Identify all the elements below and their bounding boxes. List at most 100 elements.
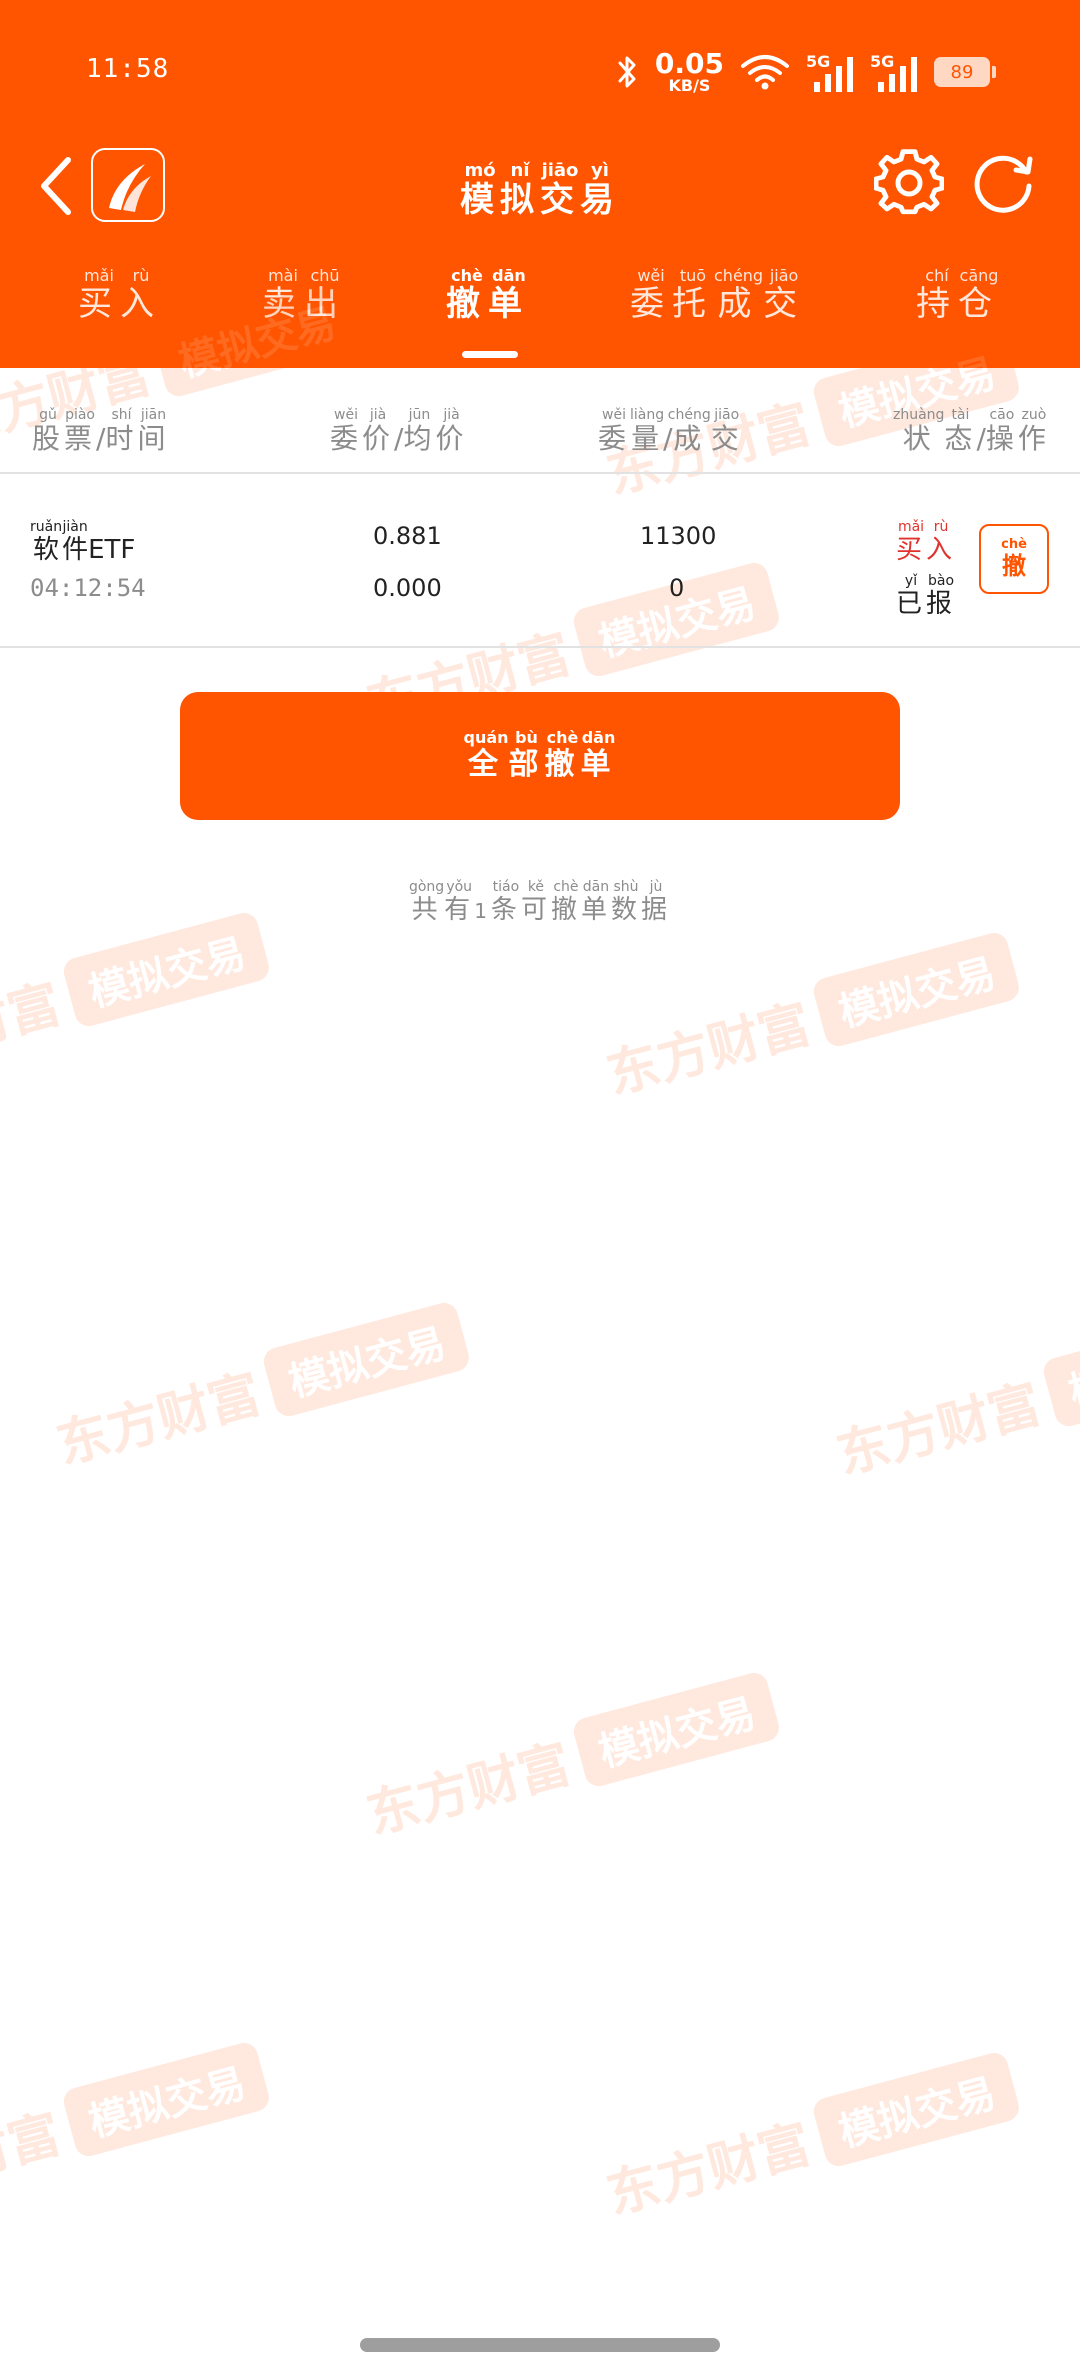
cancel-char-0: 撤chè bbox=[1001, 536, 1027, 580]
cell-signal-2: 5G bbox=[870, 52, 918, 92]
net-speed: 0.05 KB/S bbox=[655, 50, 724, 94]
tab-char-1: 托tuō bbox=[672, 266, 714, 324]
header-char-1: 交jiāo bbox=[710, 407, 743, 455]
summary-char-0: 共gòng bbox=[408, 879, 445, 925]
cell-signal-1: 5G bbox=[806, 52, 854, 92]
cancel-order-button[interactable]: 撤chè bbox=[979, 524, 1049, 594]
header-char-0: 操cāo bbox=[985, 407, 1018, 455]
cancel-all-char-3: 单dān bbox=[580, 727, 617, 782]
tab-char-1: 单dān bbox=[488, 266, 530, 324]
column-header-stock-time: 股gǔ票piào/时shí间jiān bbox=[32, 407, 170, 457]
summary-char-4: 数shù bbox=[610, 879, 641, 925]
summary-char-5: 据jù bbox=[641, 879, 672, 925]
stock-name: 软ruǎn件jiànETF bbox=[30, 519, 136, 565]
summary-char-2: 撤chè bbox=[550, 879, 581, 925]
status-time: 11:58 bbox=[86, 54, 170, 84]
tab-char-0: 撤chè bbox=[446, 266, 488, 324]
header-char-1: 价jià bbox=[435, 407, 468, 455]
tab-char-1: 入rù bbox=[120, 266, 162, 324]
tab-char-0: 委wěi bbox=[630, 266, 672, 324]
tab-buy[interactable]: 买mǎi入rù bbox=[78, 266, 162, 325]
signal-bars-icon bbox=[814, 57, 853, 92]
cancel-all-char-0: 全quán bbox=[463, 727, 509, 782]
battery-level: 89 bbox=[950, 61, 974, 83]
watermark: 东方财富模拟交易 bbox=[597, 927, 1022, 1108]
column-header-state-action: 状zhuàng态tài/操cāo作zuò bbox=[893, 407, 1050, 457]
direction-char-0: 买mǎi bbox=[896, 519, 927, 565]
watermark: 东方财富模拟交易 bbox=[597, 2047, 1022, 2228]
cancel-all-button[interactable]: 全quán 部bù 撤chè 单dān bbox=[180, 692, 900, 820]
trade-tabs: 买mǎi入rù 卖mài出chū 撤chè单dān 委wěi托tuō成chéng… bbox=[0, 266, 1080, 368]
watermark: 东方财富模拟交易 bbox=[357, 1667, 782, 1848]
wifi-icon bbox=[741, 55, 789, 90]
app-header: 11:58 0.05 KB/S 5G 5G 89 模mó拟nǐ交jiāo易yì … bbox=[0, 0, 1080, 368]
tab-char-1: 仓cāng bbox=[958, 266, 1000, 324]
cancelable-count-summary: 共gòng有yǒu1条tiáo可kě撤chè单dān数shù据jù bbox=[0, 879, 1080, 926]
header-char-0: 委wěi bbox=[330, 407, 363, 455]
state-char-1: 报bào bbox=[926, 573, 957, 619]
watermark: 东方财富模拟交易 bbox=[0, 2037, 273, 2218]
tab-char-3: 交jiāo bbox=[763, 266, 806, 324]
tab-char-0: 卖mài bbox=[262, 266, 304, 324]
table-header: 股gǔ票piào/时shí间jiān 委wěi价jià/均jūn价jià 委wě… bbox=[0, 368, 1080, 474]
battery-icon: 89 bbox=[934, 57, 996, 87]
tab-positions[interactable]: 持chí仓cāng bbox=[916, 266, 1000, 325]
tab-char-1: 出chū bbox=[304, 266, 346, 324]
header-char-1: 间jiān bbox=[137, 407, 170, 455]
header-char-0: 状zhuàng bbox=[893, 407, 945, 455]
header-char-0: 股gǔ bbox=[32, 407, 65, 455]
signal-bars-icon bbox=[878, 57, 917, 92]
direction-char-1: 入rù bbox=[926, 519, 957, 565]
refresh-icon[interactable] bbox=[968, 148, 1038, 218]
app-logo[interactable] bbox=[91, 148, 165, 222]
stock-char-0: 软ruǎn bbox=[30, 519, 63, 565]
active-tab-indicator bbox=[462, 351, 518, 358]
page-title: 模mó拟nǐ交jiāo易yì bbox=[340, 160, 740, 221]
tab-sell[interactable]: 卖mài出chū bbox=[262, 266, 346, 325]
net-speed-value: 0.05 bbox=[654, 47, 724, 80]
tab-orders-fills[interactable]: 委wěi托tuō成chéng交jiāo bbox=[630, 266, 806, 325]
tab-char-0: 持chí bbox=[916, 266, 958, 324]
summary-count: 1 bbox=[474, 899, 491, 923]
header-char-1: 票piào bbox=[64, 407, 97, 455]
net-speed-unit: KB/S bbox=[668, 76, 711, 95]
column-header-price: 委wěi价jià/均jūn价jià bbox=[330, 407, 468, 457]
status-icons: 0.05 KB/S 5G 5G 89 bbox=[617, 46, 996, 98]
watermark: 东方财富模拟交易 bbox=[0, 907, 273, 1088]
order-price: 0.881 bbox=[373, 522, 442, 550]
settings-gear-icon[interactable] bbox=[874, 148, 944, 218]
stock-char-1: 件jiàn bbox=[62, 519, 89, 565]
order-qty: 11300 bbox=[640, 522, 717, 550]
header-char-0: 均jūn bbox=[403, 407, 436, 455]
title-char-2: 交jiāo bbox=[540, 160, 580, 220]
cancel-all-char-2: 撤chè bbox=[544, 727, 581, 782]
title-char-0: 模mó bbox=[460, 160, 500, 220]
avg-price: 0.000 bbox=[373, 574, 442, 602]
header-char-0: 成chéng bbox=[667, 407, 711, 455]
back-icon[interactable] bbox=[32, 150, 82, 222]
summary-char-1: 可kě bbox=[520, 879, 551, 925]
header-char-1: 态tài bbox=[944, 407, 977, 455]
summary-char-1: 有yǒu bbox=[444, 879, 475, 925]
summary-char-3: 单dān bbox=[580, 879, 611, 925]
order-time: 04:12:54 bbox=[30, 574, 146, 602]
header-char-1: 量liàng bbox=[630, 407, 665, 455]
table-row: 软ruǎn件jiànETF 04:12:54 0.881 0.000 11300… bbox=[0, 474, 1080, 648]
watermark: 东方财富模拟交易 bbox=[827, 1307, 1080, 1488]
header-char-1: 价jià bbox=[362, 407, 395, 455]
tab-char-2: 成chéng bbox=[714, 266, 764, 324]
filled-qty: 0 bbox=[669, 574, 685, 602]
order-direction: 买mǎi入rù bbox=[896, 519, 957, 566]
bluetooth-icon bbox=[618, 56, 636, 88]
title-char-3: 易yì bbox=[580, 160, 620, 220]
summary-char-0: 条tiáo bbox=[490, 879, 521, 925]
logo-icon bbox=[109, 164, 151, 212]
header-separator: / bbox=[976, 422, 986, 455]
header-char-1: 作zuò bbox=[1017, 407, 1050, 455]
tab-cancel-order[interactable]: 撤chè单dān bbox=[446, 266, 530, 325]
tab-char-0: 买mǎi bbox=[78, 266, 120, 324]
header-char-0: 委wěi bbox=[598, 407, 631, 455]
cancel-all-char-1: 部bù bbox=[508, 727, 545, 782]
home-indicator[interactable] bbox=[360, 2338, 720, 2352]
order-state: 已yǐ报bào bbox=[896, 573, 957, 620]
